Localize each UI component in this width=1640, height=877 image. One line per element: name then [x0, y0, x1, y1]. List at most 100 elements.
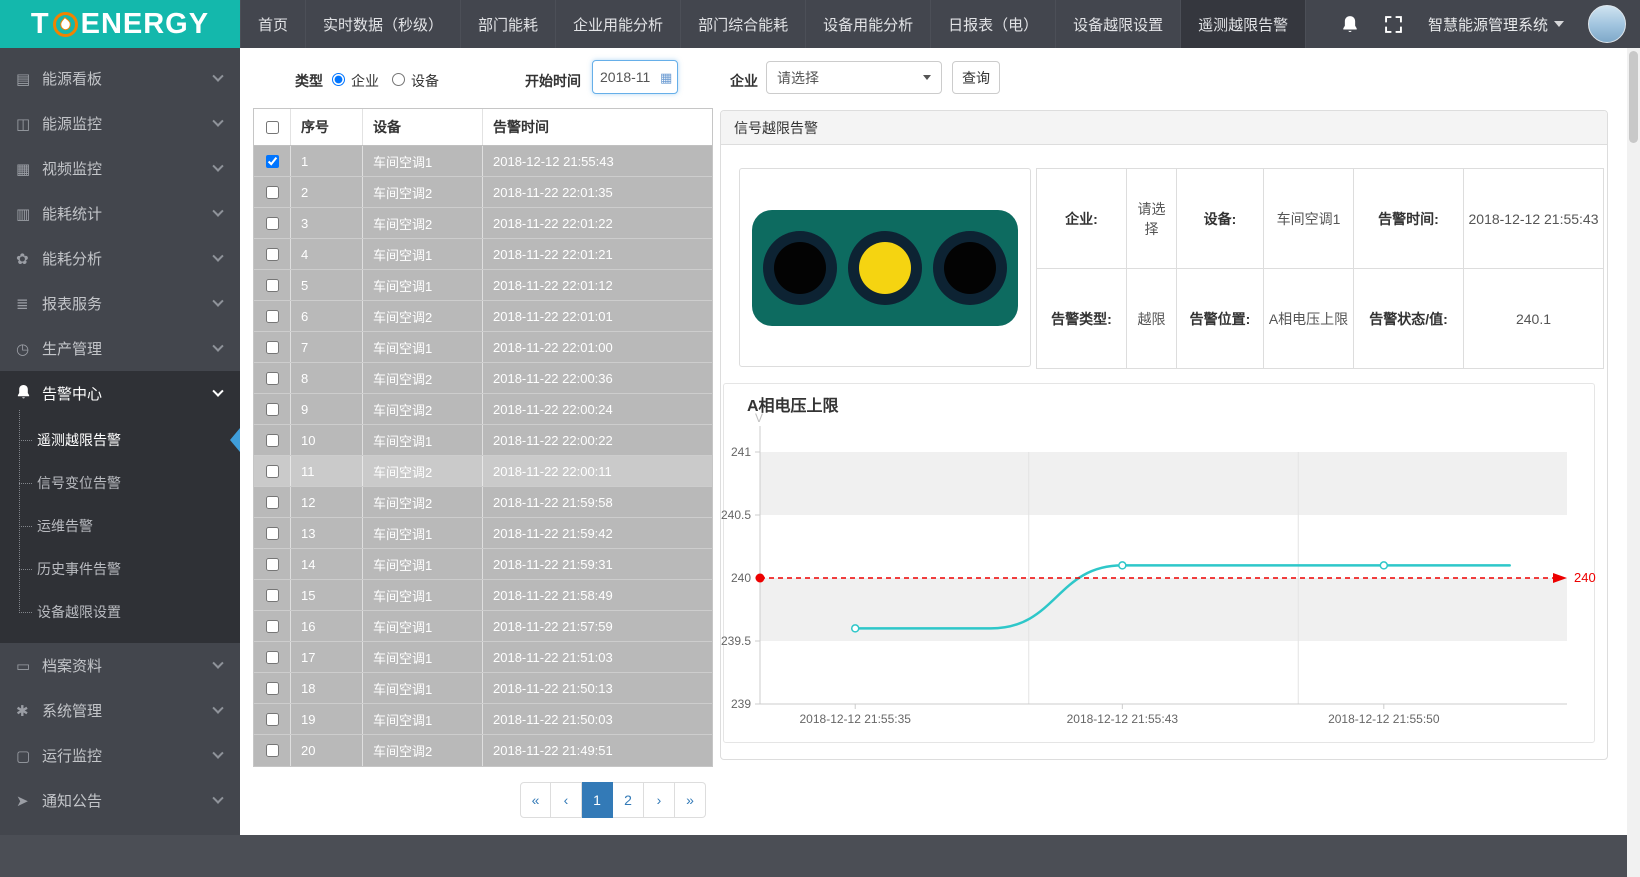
nav-item-9[interactable]: 遥测越限告警	[1180, 0, 1306, 48]
start-time-input[interactable]	[600, 69, 656, 85]
row-checkbox[interactable]	[266, 713, 279, 726]
page-button-‹[interactable]: ‹	[551, 782, 582, 818]
type-radio-enterprise-label[interactable]: 企业	[351, 71, 379, 91]
avatar[interactable]	[1588, 5, 1626, 43]
alarm-table-header: 序号 设备 告警时间	[254, 109, 712, 146]
detail-row: 告警类型:越限告警位置:A相电压上限告警状态/值:240.1	[1037, 269, 1604, 369]
sidebar-item-运行监控[interactable]: ▢运行监控	[0, 733, 240, 778]
table-row[interactable]: 16车间空调12018-11-22 21:57:59	[254, 611, 712, 642]
sidebar-item-档案资料[interactable]: ▭档案资料	[0, 643, 240, 688]
nav-item-3[interactable]: 部门能耗	[460, 0, 555, 48]
table-row[interactable]: 1车间空调12018-12-12 21:55:43	[254, 146, 712, 177]
row-checkbox[interactable]	[266, 744, 279, 757]
type-radio-device-label[interactable]: 设备	[411, 71, 439, 91]
nav-item-2[interactable]: 实时数据（秒级）	[305, 0, 460, 48]
sidebar-subitem-运维告警[interactable]: 运维告警	[0, 504, 240, 547]
table-row[interactable]: 20车间空调22018-11-22 21:49:51	[254, 735, 712, 766]
table-row[interactable]: 10车间空调12018-11-22 22:00:22	[254, 425, 712, 456]
row-checkbox[interactable]	[266, 403, 279, 416]
row-checkbox[interactable]	[266, 248, 279, 261]
sidebar-item-能耗统计[interactable]: ▥能耗统计	[0, 191, 240, 236]
sidebar-subitem-遥测越限告警[interactable]: 遥测越限告警	[0, 418, 240, 461]
sidebar-item-生产管理[interactable]: ◷生产管理	[0, 326, 240, 371]
sidebar-item-视频监控[interactable]: ▦视频监控	[0, 146, 240, 191]
table-row[interactable]: 3车间空调22018-11-22 22:01:22	[254, 208, 712, 239]
page-scrollbar[interactable]	[1627, 48, 1640, 877]
table-row[interactable]: 12车间空调22018-11-22 21:59:58	[254, 487, 712, 518]
table-row[interactable]: 14车间空调12018-11-22 21:59:31	[254, 549, 712, 580]
type-radio-enterprise[interactable]	[332, 73, 345, 86]
table-row[interactable]: 19车间空调12018-11-22 21:50:03	[254, 704, 712, 735]
table-row[interactable]: 11车间空调22018-11-22 22:00:11	[254, 456, 712, 487]
page-button-1[interactable]: 1	[582, 782, 613, 818]
table-row[interactable]: 5车间空调12018-11-22 22:01:12	[254, 270, 712, 301]
table-row[interactable]: 9车间空调22018-11-22 22:00:24	[254, 394, 712, 425]
table-row[interactable]: 7车间空调12018-11-22 22:01:00	[254, 332, 712, 363]
row-checkbox[interactable]	[266, 682, 279, 695]
system-name-dropdown[interactable]: 智慧能源管理系统	[1428, 14, 1564, 35]
cell-time: 2018-11-22 21:58:49	[483, 580, 712, 610]
cell-time: 2018-11-22 22:01:00	[483, 332, 712, 362]
row-checkbox[interactable]	[266, 465, 279, 478]
row-checkbox[interactable]	[266, 527, 279, 540]
row-checkbox[interactable]	[266, 372, 279, 385]
calendar-icon[interactable]: ▦	[660, 71, 672, 84]
sidebar-item-系统管理[interactable]: ✱系统管理	[0, 688, 240, 733]
column-header-time: 告警时间	[483, 109, 712, 145]
scrollbar-thumb[interactable]	[1629, 51, 1638, 143]
page-button-»[interactable]: »	[675, 782, 706, 818]
sidebar-item-label: 档案资料	[42, 655, 214, 676]
nav-item-1[interactable]: 首页	[240, 0, 305, 48]
nav-item-5[interactable]: 部门综合能耗	[680, 0, 805, 48]
row-checkbox[interactable]	[266, 186, 279, 199]
nav-item-8[interactable]: 设备越限设置	[1055, 0, 1180, 48]
nav-item-4[interactable]: 企业用能分析	[555, 0, 680, 48]
cell-device: 车间空调1	[363, 425, 483, 455]
row-checkbox[interactable]	[266, 589, 279, 602]
row-checkbox[interactable]	[266, 310, 279, 323]
page-button-«[interactable]: «	[520, 782, 551, 818]
row-checkbox[interactable]	[266, 558, 279, 571]
sidebar-item-能耗分析[interactable]: ✿能耗分析	[0, 236, 240, 281]
fullscreen-icon[interactable]	[1384, 14, 1404, 34]
table-row[interactable]: 8车间空调22018-11-22 22:00:36	[254, 363, 712, 394]
nav-item-7[interactable]: 日报表（电）	[930, 0, 1055, 48]
row-checkbox[interactable]	[266, 217, 279, 230]
table-row[interactable]: 15车间空调12018-11-22 21:58:49	[254, 580, 712, 611]
page-button-›[interactable]: ›	[644, 782, 675, 818]
select-all-checkbox[interactable]	[266, 121, 279, 134]
query-button[interactable]: 查询	[952, 61, 1000, 94]
table-row[interactable]: 4车间空调12018-11-22 22:01:21	[254, 239, 712, 270]
table-row[interactable]: 13车间空调12018-11-22 21:59:42	[254, 518, 712, 549]
cell-time: 2018-11-22 21:50:03	[483, 704, 712, 734]
sidebar-item-能源监控[interactable]: ◫能源监控	[0, 101, 240, 146]
drive-icon: ▢	[16, 747, 42, 765]
sidebar-subitem-设备越限设置[interactable]: 设备越限设置	[0, 590, 240, 633]
row-checkbox[interactable]	[266, 279, 279, 292]
enterprise-select[interactable]: 请选择	[766, 61, 942, 94]
page-button-2[interactable]: 2	[613, 782, 644, 818]
table-row[interactable]: 18车间空调12018-11-22 21:50:13	[254, 673, 712, 704]
cell-time: 2018-12-12 21:55:43	[483, 146, 712, 176]
sidebar-item-label: 通知公告	[42, 790, 214, 811]
row-checkbox[interactable]	[266, 496, 279, 509]
sidebar-item-能源看板[interactable]: ▤能源看板	[0, 56, 240, 101]
table-row[interactable]: 6车间空调22018-11-22 22:01:01	[254, 301, 712, 332]
row-checkbox[interactable]	[266, 155, 279, 168]
sidebar-item-告警中心[interactable]: 告警中心	[0, 371, 240, 416]
row-checkbox[interactable]	[266, 434, 279, 447]
row-checkbox[interactable]	[266, 620, 279, 633]
notification-bell-icon[interactable]	[1340, 14, 1360, 34]
sidebar-subitem-信号变位告警[interactable]: 信号变位告警	[0, 461, 240, 504]
sidebar-subitem-历史事件告警[interactable]: 历史事件告警	[0, 547, 240, 590]
table-row[interactable]: 2车间空调22018-11-22 22:01:35	[254, 177, 712, 208]
cell-device: 车间空调1	[363, 270, 483, 300]
table-row[interactable]: 17车间空调12018-11-22 21:51:03	[254, 642, 712, 673]
nav-item-6[interactable]: 设备用能分析	[805, 0, 930, 48]
row-checkbox[interactable]	[266, 651, 279, 664]
sidebar-item-报表服务[interactable]: ≣报表服务	[0, 281, 240, 326]
sidebar-item-通知公告[interactable]: ➤通知公告	[0, 778, 240, 823]
type-radio-device[interactable]	[392, 73, 405, 86]
row-checkbox[interactable]	[266, 341, 279, 354]
threshold-start-dot	[756, 574, 765, 583]
